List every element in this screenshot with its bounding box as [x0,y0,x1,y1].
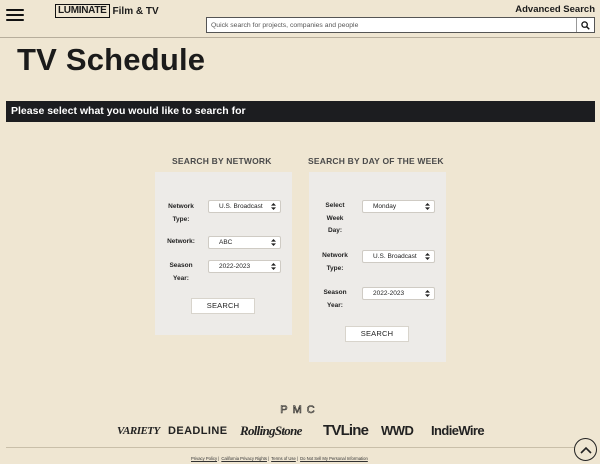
brand-deadline[interactable]: DEADLINE [168,425,227,437]
privacy-policy-link[interactable]: Privacy Policy [191,456,217,461]
season-year-label: Season Year: [169,262,193,282]
network-search-title: SEARCH BY NETWORK [172,156,272,166]
sort-arrows-icon [425,290,430,297]
network-select[interactable]: ABC [208,236,281,249]
week-day-select[interactable]: Monday [362,200,435,213]
brand-wwd[interactable]: WWD [381,423,414,438]
brand-indiewire[interactable]: IndieWire [431,423,485,438]
day-network-type-label: Network Type: [322,252,348,272]
day-search-panel: Select Week Day: Monday Network Type: U.… [309,172,446,362]
footer-divider [6,447,594,448]
network-search-panel: Network Type: U.S. Broadcast Network: AB… [155,172,292,335]
network-label: Network: [167,238,195,245]
svg-text:PMC: PMC [280,404,319,415]
day-season-year-select[interactable]: 2022-2023 [362,287,435,300]
week-day-label: Select Week Day: [325,202,345,234]
sort-arrows-icon [271,203,276,210]
terms-of-use-link[interactable]: Terms of Use [271,456,296,461]
search-button[interactable] [576,18,594,32]
network-type-select[interactable]: U.S. Broadcast [208,200,281,213]
hamburger-menu-icon[interactable] [6,9,24,22]
quick-search-input[interactable] [207,18,576,32]
brand-logos: VARIETY DEADLINE RollingStone TVLine WWD… [0,422,600,440]
network-type-label: Network Type: [168,203,194,223]
day-search-title: SEARCH BY DAY OF THE WEEK [308,156,444,166]
sort-arrows-icon [271,263,276,270]
brand-variety[interactable]: VARIETY [117,425,160,437]
scroll-to-top-button[interactable] [574,438,597,461]
logo-main: LUMINATE [55,4,110,18]
pmc-logo[interactable]: PMC [270,403,330,415]
sort-arrows-icon [271,239,276,246]
day-network-type-select[interactable]: U.S. Broadcast [362,250,435,263]
do-not-sell-link[interactable]: Do Not Sell My Personal Information [300,456,368,461]
site-logo[interactable]: LUMINATE Film & TV [55,4,159,18]
network-search-button[interactable]: SEARCH [191,298,255,314]
season-year-select[interactable]: 2022-2023 [208,260,281,273]
sort-arrows-icon [425,203,430,210]
quick-search-box [206,17,595,33]
page-title: TV Schedule [17,42,206,77]
advanced-search-link[interactable]: Advanced Search [515,4,595,15]
instruction-banner: Please select what you would like to sea… [6,101,595,122]
day-search-button[interactable]: SEARCH [345,326,409,342]
california-privacy-link[interactable]: California Privacy Rights [221,456,267,461]
header-divider [0,37,600,38]
sort-arrows-icon [425,253,430,260]
brand-tvline[interactable]: TVLine [323,422,369,439]
logo-sub: Film & TV [112,5,159,17]
search-icon [581,20,590,30]
legal-links: Privacy Policy| California Privacy Right… [191,456,368,461]
day-season-year-label: Season Year: [323,289,347,309]
brand-rolling-stone[interactable]: RollingStone [240,423,302,439]
chevron-up-icon [579,446,592,454]
